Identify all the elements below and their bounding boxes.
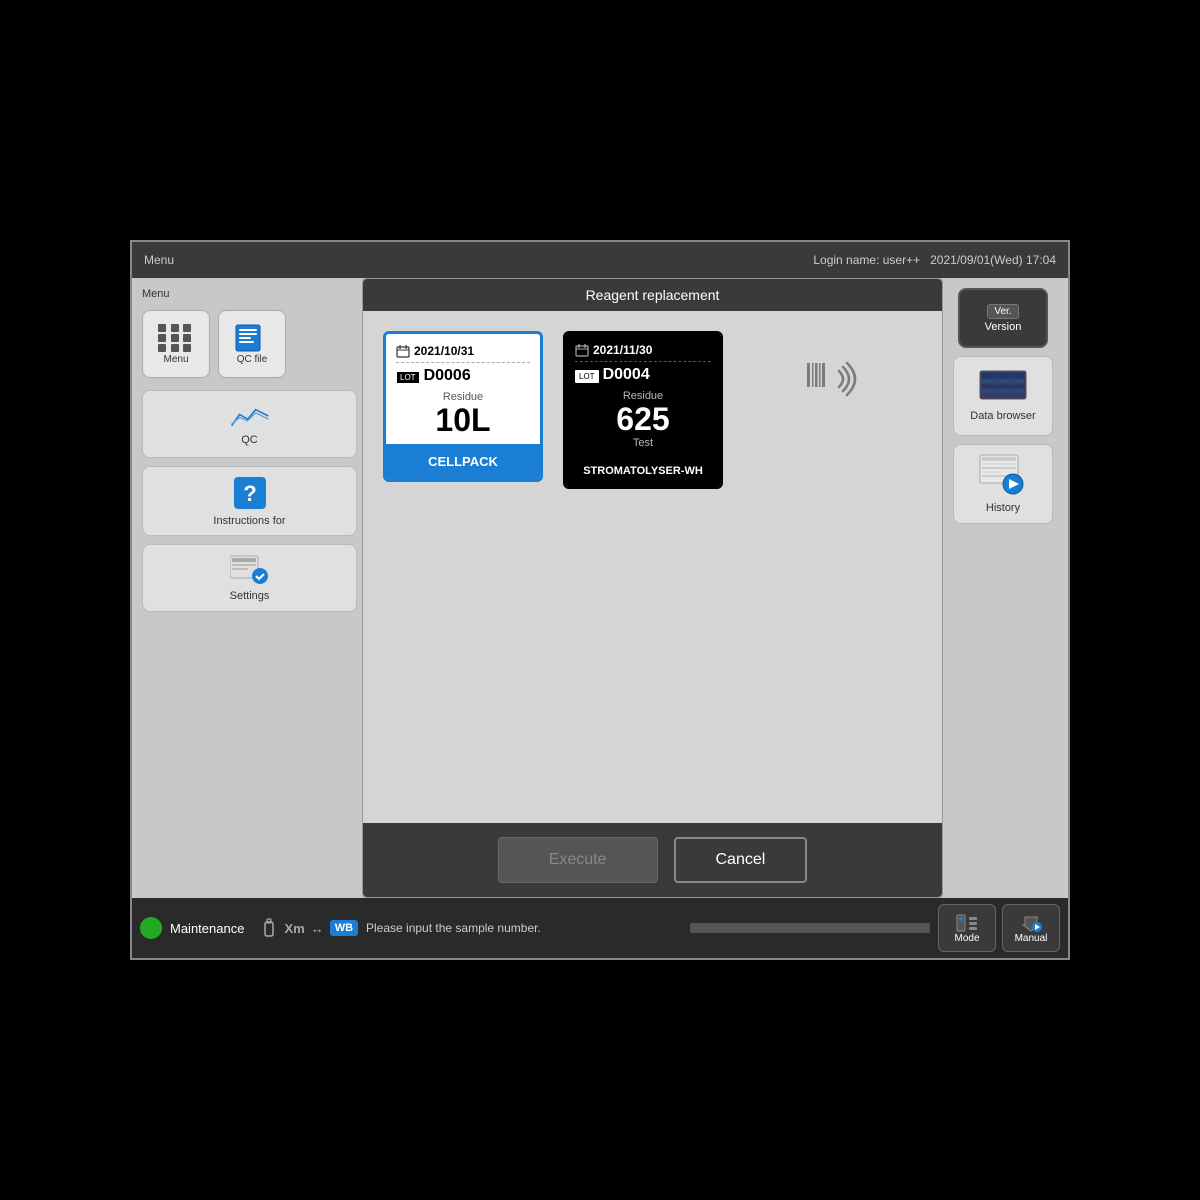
- menu-icon: [158, 324, 194, 352]
- scan-rf-icon: [805, 351, 861, 407]
- manual-icon: [1019, 913, 1043, 933]
- stromatolyser-date: 2021/11/30: [575, 343, 711, 362]
- status-icons: Xm ↔ WB: [260, 918, 358, 938]
- menu-button[interactable]: Menu: [142, 310, 210, 378]
- cellpack-top: 2021/10/31 LOT D0006 Residue 10L: [386, 334, 540, 444]
- status-message: Please input the sample number.: [366, 921, 682, 935]
- lot-number-2: D0004: [603, 366, 650, 384]
- cancel-button[interactable]: Cancel: [674, 837, 808, 883]
- lot-badge-2: LOT: [575, 370, 599, 383]
- modal-body: 2021/10/31 LOT D0006 Residue 10L CELLPAC…: [363, 311, 942, 823]
- version-badge: Ver.: [987, 304, 1018, 319]
- xm-icon: Xm: [284, 921, 304, 936]
- bottle-icon: [260, 918, 278, 938]
- residue-value-2: 625: [575, 402, 711, 437]
- history-item[interactable]: History: [953, 444, 1053, 524]
- main-area: Menu Menu: [132, 278, 1068, 898]
- databrowser-label: Data browser: [970, 410, 1035, 422]
- execute-button[interactable]: Execute: [498, 837, 658, 883]
- sample-input-bar: [690, 923, 930, 933]
- mode-button[interactable]: Mode: [938, 904, 996, 952]
- wb-badge: WB: [330, 920, 358, 936]
- menu-btn-label: Menu: [163, 354, 188, 365]
- wave-icon: ↔: [311, 921, 324, 936]
- instructions-sidebar-item[interactable]: ? Instructions for: [142, 466, 357, 536]
- modal-title: Reagent replacement: [363, 279, 942, 311]
- top-icons-row: Menu QC file: [142, 310, 357, 378]
- version-button[interactable]: Ver. Version: [958, 288, 1048, 348]
- settings-sidebar-item[interactable]: Settings: [142, 544, 357, 612]
- manual-label: Manual: [1015, 933, 1048, 944]
- stromatolyser-top: 2021/11/30 LOT D0004 Residue 625 Test: [565, 333, 721, 455]
- instructions-label: Instructions for: [213, 515, 285, 527]
- qcfile-icon: [234, 324, 270, 352]
- right-sidebar: Ver. Version Data browser: [938, 278, 1068, 898]
- manual-button[interactable]: Manual: [1002, 904, 1060, 952]
- scan-icon-area: [743, 331, 922, 407]
- qcfile-button[interactable]: QC file: [218, 310, 286, 378]
- stromatolyser-name: STROMATOLYSER-WH: [565, 455, 721, 487]
- mode-icon: [955, 913, 979, 933]
- reagent-replacement-modal: Reagent replacement 2021/10/31 LOT D0006: [362, 278, 943, 898]
- cellpack-date: 2021/10/31: [396, 344, 530, 363]
- history-label: History: [986, 502, 1020, 514]
- residue-unit-2: Test: [575, 437, 711, 449]
- status-bar: Maintenance Xm ↔ WB Please input the sam…: [132, 898, 1068, 958]
- menu-label: Menu: [144, 253, 174, 267]
- qc-label: QC: [241, 434, 258, 446]
- databrowser-item[interactable]: Data browser: [953, 356, 1053, 436]
- left-sidebar: Menu Menu: [132, 278, 367, 898]
- svg-text:?: ?: [243, 481, 256, 506]
- maintenance-label: Maintenance: [170, 921, 244, 936]
- modal-footer: Execute Cancel: [363, 823, 942, 897]
- version-label: Version: [985, 321, 1022, 333]
- menu-text: Menu: [142, 288, 357, 300]
- top-bar: Menu Login name: user++ 2021/09/01(Wed) …: [132, 242, 1068, 278]
- reagent-card-cellpack[interactable]: 2021/10/31 LOT D0006 Residue 10L CELLPAC…: [383, 331, 543, 482]
- qc-sidebar-item[interactable]: QC: [142, 390, 357, 458]
- residue-value-1: 10L: [396, 403, 530, 438]
- qcfile-btn-label: QC file: [237, 354, 268, 365]
- mode-label: Mode: [954, 933, 979, 944]
- reagent-card-stromatolyser[interactable]: 2021/11/30 LOT D0004 Residue 625 Test ST…: [563, 331, 723, 489]
- lot-number-1: D0006: [424, 367, 471, 385]
- status-indicator: [140, 917, 162, 939]
- cellpack-name: CELLPACK: [386, 444, 540, 479]
- right-status-buttons: Mode Manual: [938, 904, 1060, 952]
- datetime: Login name: user++ 2021/09/01(Wed) 17:04: [813, 253, 1056, 267]
- lot-badge-1: LOT: [396, 371, 420, 384]
- settings-label: Settings: [230, 590, 270, 602]
- modal-overlay: Reagent replacement 2021/10/31 LOT D0006: [362, 278, 943, 898]
